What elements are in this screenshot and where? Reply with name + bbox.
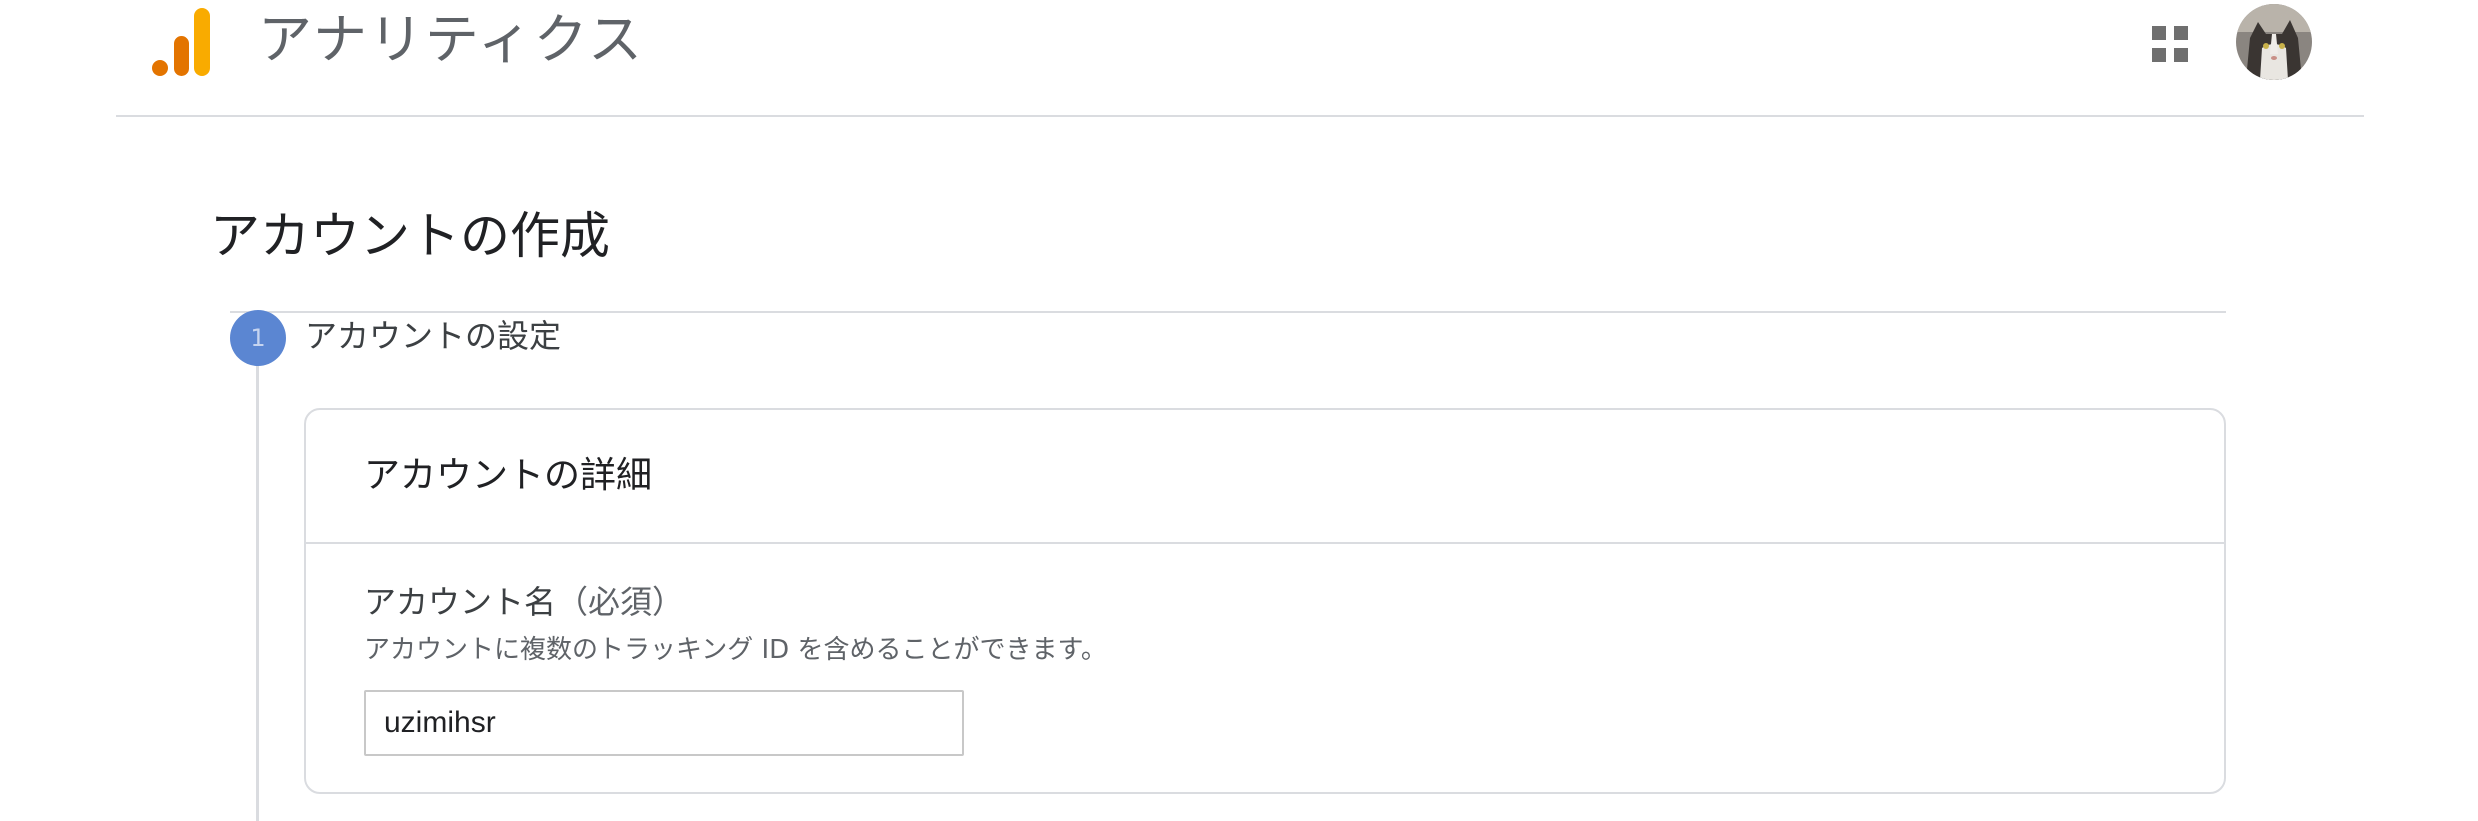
step-label: アカウントの設定 bbox=[305, 317, 562, 355]
card-title: アカウントの詳細 bbox=[364, 455, 653, 496]
page-title: アカウントの作成 bbox=[210, 207, 610, 265]
step-number-badge: 1 bbox=[230, 310, 286, 366]
account-name-input[interactable] bbox=[364, 690, 964, 756]
analytics-logo-icon[interactable] bbox=[152, 8, 212, 76]
required-indicator: （必須） bbox=[556, 583, 685, 621]
apps-grid-icon bbox=[2152, 26, 2188, 62]
app-title: アナリティクス bbox=[258, 8, 645, 71]
user-avatar[interactable] bbox=[2236, 4, 2312, 80]
cat-avatar-icon bbox=[2236, 4, 2312, 80]
account-name-hint: アカウントに複数のトラッキング ID を含めることができます。 bbox=[364, 635, 1107, 665]
card-header: アカウントの詳細 bbox=[306, 410, 2224, 544]
account-name-label-text: アカウント名 bbox=[364, 583, 557, 621]
account-name-label: アカウント名（必須） bbox=[364, 580, 684, 624]
account-details-card: アカウントの詳細 アカウント名（必須） アカウントに複数のトラッキング ID を… bbox=[304, 408, 2226, 794]
stepper-connector-line bbox=[256, 366, 259, 821]
step-divider bbox=[230, 311, 2226, 313]
apps-grid-button[interactable] bbox=[2134, 16, 2206, 72]
top-app-bar: アナリティクス bbox=[116, 0, 2364, 117]
